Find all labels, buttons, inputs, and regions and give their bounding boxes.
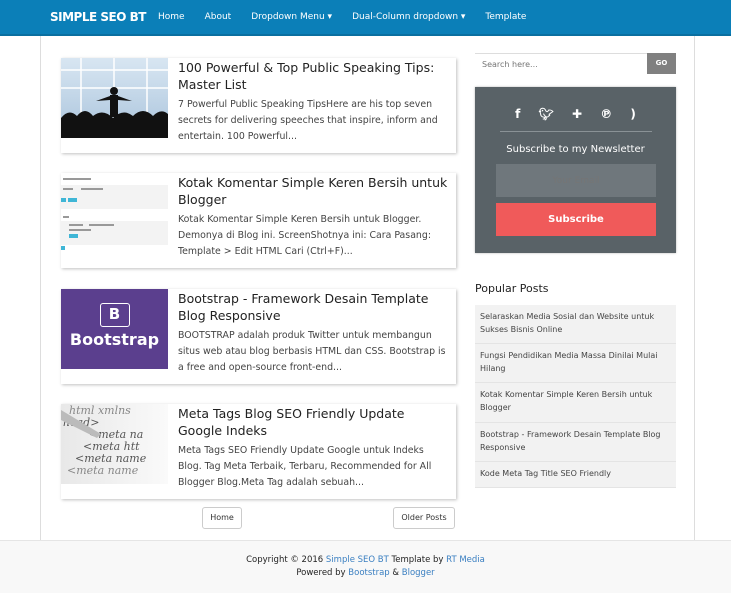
post-snippet: Meta Tags SEO Friendly Update Google unt… xyxy=(178,445,432,488)
ampersand: & xyxy=(389,568,402,578)
nav-dropdown-menu[interactable]: Dropdown Menu ▾ xyxy=(251,12,332,22)
bootstrap-link[interactable]: Bootstrap xyxy=(348,568,389,578)
nav-dual-column-dropdown[interactable]: Dual-Column dropdown ▾ xyxy=(352,12,465,22)
author-link[interactable]: RT Media xyxy=(446,555,485,565)
svg-text:<meta name: <meta name xyxy=(67,464,139,477)
newsletter-widget: f 🐦︎ ✚ ℗ ) Subscribe to my Newsletter Su… xyxy=(475,87,676,253)
post-title[interactable]: Bootstrap - Framework Desain Template Bl… xyxy=(178,290,448,324)
post-snippet: Kotak Komentar Simple Keren Bersih untuk… xyxy=(178,214,431,257)
nav-about[interactable]: About xyxy=(205,12,232,22)
facebook-icon[interactable]: f xyxy=(515,107,520,121)
divider xyxy=(500,131,652,132)
popular-post-item[interactable]: Kode Meta Tag Title SEO Friendly xyxy=(475,462,676,488)
post-thumbnail[interactable] xyxy=(61,58,168,138)
bootstrap-logo-letter: B xyxy=(99,303,130,327)
subscribe-button[interactable]: Subscribe xyxy=(496,203,656,236)
search-go-button[interactable]: GO xyxy=(647,53,676,74)
powered-by-text: Powered by xyxy=(296,568,349,578)
search-input[interactable] xyxy=(475,53,647,74)
blogger-link[interactable]: Blogger xyxy=(402,568,435,578)
email-field[interactable] xyxy=(496,164,656,197)
bootstrap-logo-text: Bootstrap xyxy=(69,330,160,349)
navbar: SIMPLE SEO BT Home About Dropdown Menu ▾… xyxy=(0,0,731,36)
social-icons: f 🐦︎ ✚ ℗ ) xyxy=(475,107,676,121)
plus-icon[interactable]: ✚ xyxy=(572,107,582,121)
nav-template[interactable]: Template xyxy=(485,12,526,22)
post-thumbnail[interactable] xyxy=(61,173,168,253)
nav-menu: Home About Dropdown Menu ▾ Dual-Column d… xyxy=(158,12,546,22)
popular-post-item[interactable]: Selaraskan Media Sosial dan Website untu… xyxy=(475,305,676,344)
copyright-text: Copyright © 2016 xyxy=(246,555,326,565)
twitter-icon[interactable]: 🐦︎ xyxy=(539,107,554,121)
popular-post-item[interactable]: Kotak Komentar Simple Keren Bersih untuk… xyxy=(475,383,676,423)
rss-icon[interactable]: ) xyxy=(630,107,635,121)
template-by-text: Template by xyxy=(388,555,447,565)
footer: Copyright © 2016 Simple SEO BT Template … xyxy=(0,540,731,593)
post-thumbnail[interactable]: B Bootstrap xyxy=(61,289,168,369)
brand-logo[interactable]: SIMPLE SEO BT xyxy=(50,10,146,24)
home-button[interactable]: Home xyxy=(202,507,242,529)
newsletter-title: Subscribe to my Newsletter xyxy=(506,144,645,155)
site-link[interactable]: Simple SEO BT xyxy=(326,555,389,565)
post-title[interactable]: Kotak Komentar Simple Keren Bersih untuk… xyxy=(178,174,448,208)
post-card: B Bootstrap Bootstrap - Framework Desain… xyxy=(61,289,456,384)
post-snippet: BOOTSTRAP adalah produk Twitter untuk me… xyxy=(178,330,446,373)
post-card: Kotak Komentar Simple Keren Bersih untuk… xyxy=(61,173,456,268)
older-posts-button[interactable]: Older Posts xyxy=(393,507,455,529)
post-thumbnail[interactable]: html xmlnshead><meta na<meta htt<meta na… xyxy=(61,404,168,484)
popular-post-item[interactable]: Bootstrap - Framework Desain Template Bl… xyxy=(475,423,676,462)
nav-home[interactable]: Home xyxy=(158,12,185,22)
popular-post-item[interactable]: Fungsi Pendidikan Media Massa Dinilai Mu… xyxy=(475,344,676,383)
post-card: 100 Powerful & Top Public Speaking Tips:… xyxy=(61,58,456,153)
post-title[interactable]: 100 Powerful & Top Public Speaking Tips:… xyxy=(178,59,448,93)
post-snippet: 7 Powerful Public Speaking TipsHere are … xyxy=(178,99,438,142)
post-title[interactable]: Meta Tags Blog SEO Friendly Update Googl… xyxy=(178,405,448,439)
pinterest-icon[interactable]: ℗ xyxy=(600,107,612,121)
post-card: html xmlnshead><meta na<meta htt<meta na… xyxy=(61,404,456,499)
popular-posts-heading: Popular Posts xyxy=(475,282,549,295)
